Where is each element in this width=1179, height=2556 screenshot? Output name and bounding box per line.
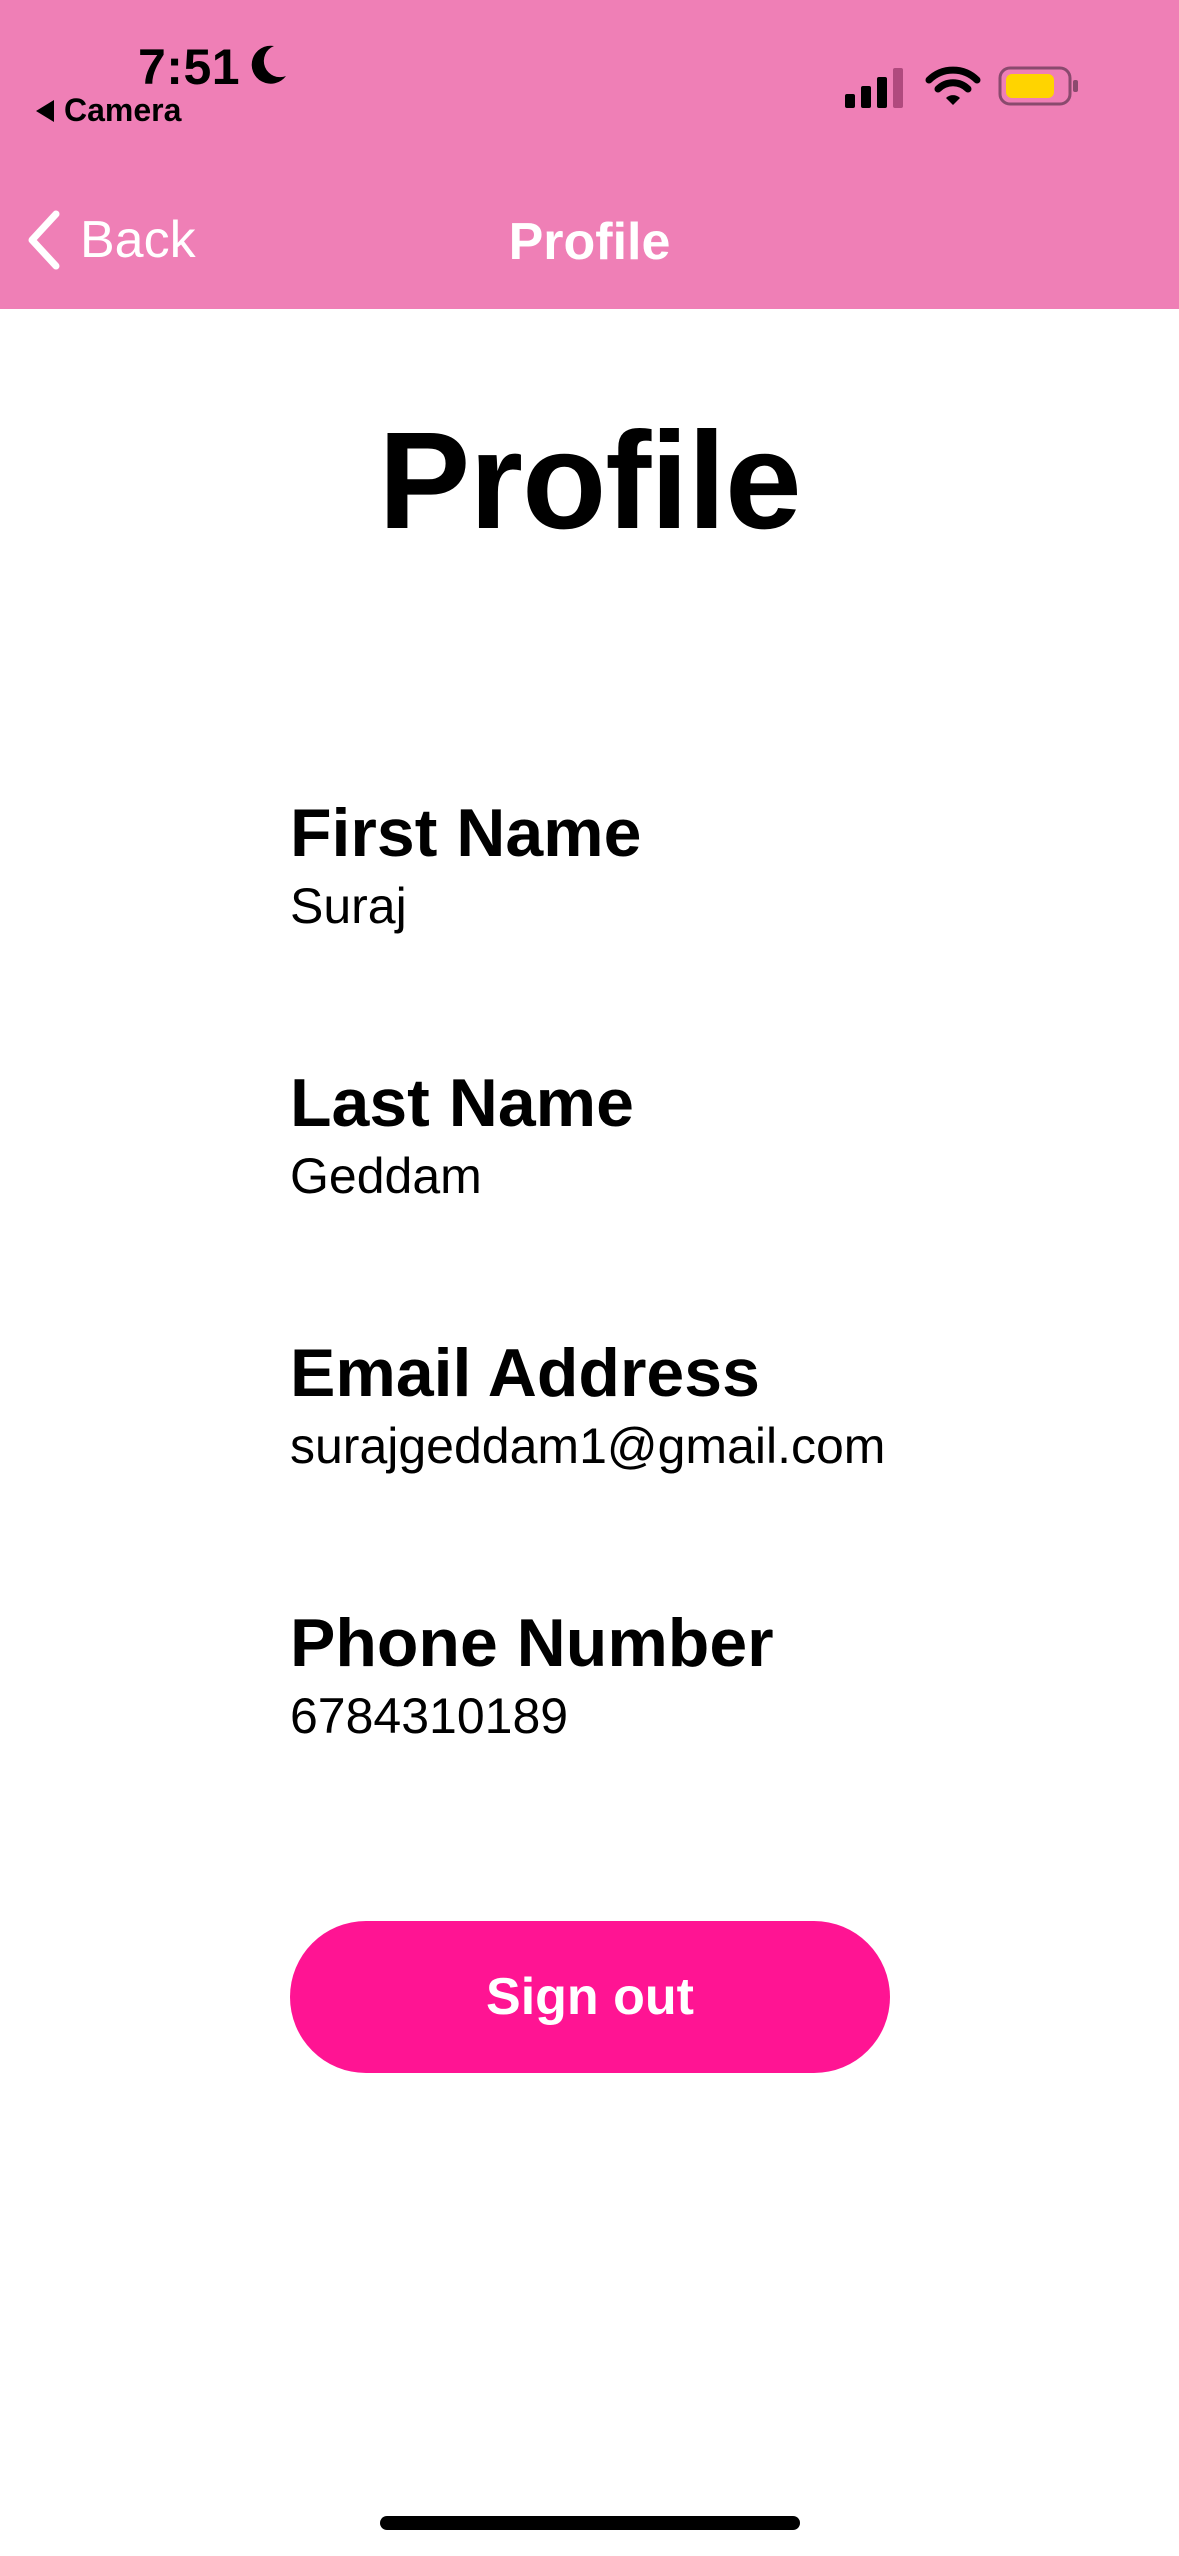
sign-out-button[interactable]: Sign out — [290, 1921, 890, 2073]
back-to-camera[interactable]: Camera — [36, 92, 181, 129]
field-value: 6784310189 — [290, 1688, 569, 1745]
email-field: Email Address surajgeddam1@gmail.com — [290, 1335, 886, 1475]
phone-field: Phone Number 6784310189 — [290, 1605, 774, 1745]
first-name-field: First Name Suraj — [290, 795, 642, 935]
field-label: Email Address — [290, 1335, 760, 1411]
moon-icon — [251, 45, 286, 84]
field-value: surajgeddam1@gmail.com — [290, 1418, 886, 1475]
nav-title: Profile — [508, 213, 671, 271]
cellular-signal-icon — [845, 68, 903, 108]
last-name-field: Last Name Geddam — [290, 1065, 634, 1205]
wifi-icon — [925, 66, 981, 105]
triangle-left-icon — [36, 99, 54, 122]
battery-icon — [998, 66, 1078, 106]
field-label: Last Name — [290, 1065, 634, 1141]
field-label: Phone Number — [290, 1605, 774, 1681]
field-label: First Name — [290, 795, 642, 871]
status-time: 7:51 — [138, 39, 241, 95]
page-title: Profile — [378, 404, 801, 558]
profile-screen: 7:51 Camera Back Profile Profile First N… — [0, 0, 1179, 2556]
header-bar: 7:51 Camera Back Profile — [0, 0, 1179, 309]
field-value: Suraj — [290, 878, 407, 935]
field-value: Geddam — [290, 1148, 482, 1205]
home-indicator[interactable] — [380, 2516, 800, 2530]
back-app-label: Camera — [64, 92, 182, 128]
